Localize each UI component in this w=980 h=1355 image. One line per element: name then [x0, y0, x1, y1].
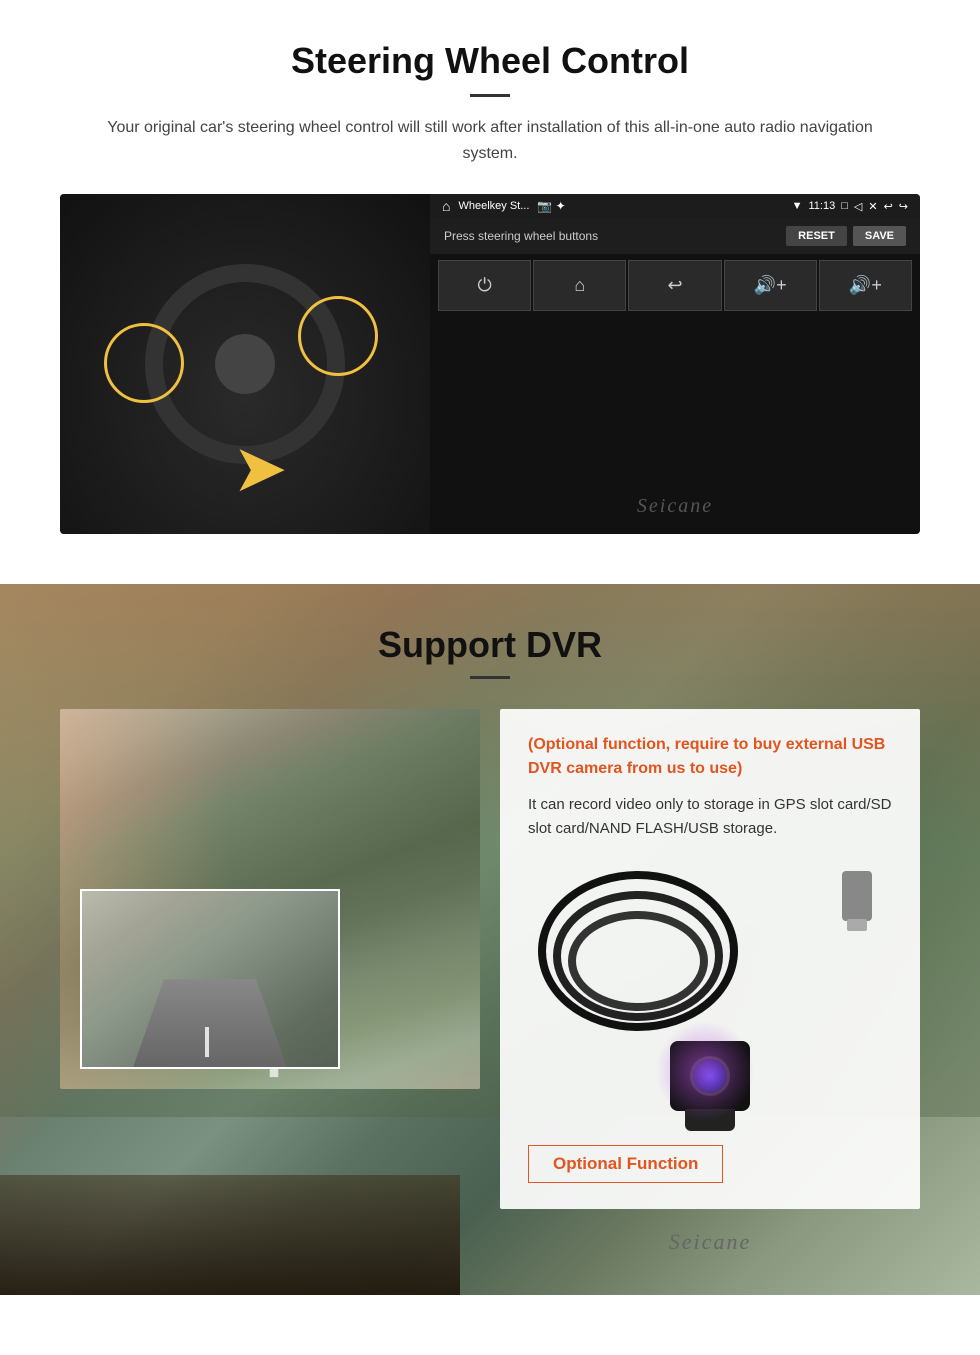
android-buttons-grid: ⏻ ⌂ ↩ 🔊+ 🔊+ — [430, 254, 920, 317]
time-display: 11:13 — [809, 200, 836, 212]
steering-image-container: ➤ ⌂ Wheelkey St... 📷 ✦ ▼ 11:13 □ ◁ ✕ ↩ ↪ — [60, 194, 920, 534]
android-status-bar: ⌂ Wheelkey St... 📷 ✦ ▼ 11:13 □ ◁ ✕ ↩ ↪ — [430, 194, 920, 218]
dvr-optional-note: (Optional function, require to buy exter… — [528, 733, 892, 781]
steering-title: Steering Wheel Control — [60, 40, 920, 82]
toolbar-buttons: RESET SAVE — [786, 226, 906, 246]
dvr-right-panel: (Optional function, require to buy exter… — [500, 709, 920, 1255]
android-screen: ⌂ Wheelkey St... 📷 ✦ ▼ 11:13 □ ◁ ✕ ↩ ↪ P… — [430, 194, 920, 534]
wheel-center — [215, 334, 275, 394]
arrow-overlay: ➤ — [235, 434, 285, 504]
home-icon: ⌂ — [442, 198, 450, 214]
save-button[interactable]: SAVE — [853, 226, 906, 246]
dvr-info-card: (Optional function, require to buy exter… — [500, 709, 920, 1209]
steering-wheel-photo: ➤ — [60, 194, 430, 534]
seicane-watermark-dvr: Seicane — [500, 1229, 920, 1255]
camera-icon: □ — [841, 200, 848, 212]
close-icon: ✕ — [868, 200, 877, 213]
toolbar-prompt: Press steering wheel buttons — [444, 229, 598, 243]
optional-function-badge-container: Optional Function — [528, 1137, 892, 1183]
dvr-left-panel — [60, 709, 480, 1089]
status-icons: 📷 ✦ — [537, 199, 565, 213]
dvr-body: (Optional function, require to buy exter… — [60, 709, 920, 1255]
power-button[interactable]: ⏻ — [438, 260, 531, 311]
wifi-icon: ▼ — [792, 200, 803, 212]
android-screen-bottom: Seicane — [430, 317, 920, 534]
volume-icon: ◁ — [854, 200, 862, 213]
usb-connector — [842, 871, 872, 921]
steering-wheel-section: Steering Wheel Control Your original car… — [0, 0, 980, 584]
dvr-title: Support DVR — [60, 624, 920, 666]
inset-stripe — [205, 1027, 209, 1057]
dvr-title-area: Support DVR — [60, 624, 920, 679]
dvr-section: Support DVR — [0, 584, 980, 1295]
camera-glow — [655, 1021, 755, 1121]
back-icon: ↩ — [884, 200, 893, 213]
dvr-content: Support DVR — [0, 584, 980, 1295]
dvr-inset-photo — [80, 889, 340, 1069]
home-button[interactable]: ⌂ — [533, 260, 626, 311]
vol-up-button[interactable]: 🔊+ — [724, 260, 817, 311]
dvr-product-image — [528, 861, 892, 1121]
vol-down-button[interactable]: 🔊+ — [819, 260, 912, 311]
steering-wheel-bg: ➤ — [60, 194, 430, 534]
status-bar-left: ⌂ Wheelkey St... 📷 ✦ — [442, 198, 566, 214]
usb-tip — [847, 919, 867, 931]
steering-subtitle: Your original car's steering wheel contr… — [100, 115, 880, 166]
back-button[interactable]: ↩ — [628, 260, 721, 311]
title-divider — [470, 94, 510, 97]
reset-button[interactable]: RESET — [786, 226, 847, 246]
app-name-label: Wheelkey St... — [458, 200, 529, 212]
seicane-watermark-steering: Seicane — [637, 495, 713, 518]
status-bar-right: ▼ 11:13 □ ◁ ✕ ↩ ↪ — [792, 200, 908, 213]
dvr-description: It can record video only to storage in G… — [528, 793, 892, 841]
android-toolbar: Press steering wheel buttons RESET SAVE — [430, 218, 920, 254]
cable-loop-3 — [568, 911, 708, 1011]
dvr-title-divider — [470, 676, 510, 679]
back2-icon: ↪ — [899, 200, 908, 213]
optional-function-badge: Optional Function — [528, 1145, 723, 1183]
right-button-highlight — [298, 296, 378, 376]
